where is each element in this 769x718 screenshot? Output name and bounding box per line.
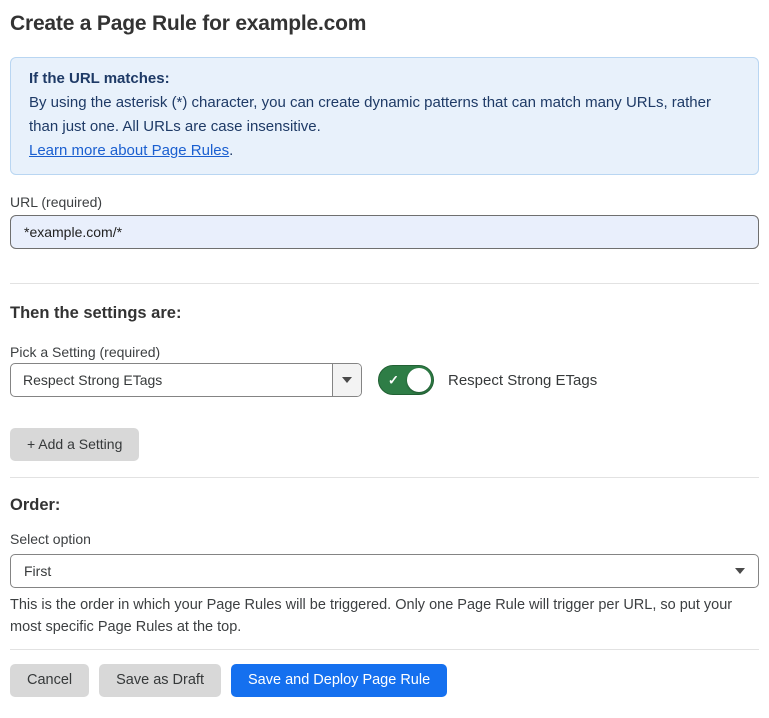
info-box-heading: If the URL matches: bbox=[29, 67, 740, 91]
setting-select[interactable]: Respect Strong ETags bbox=[10, 363, 362, 397]
check-icon: ✓ bbox=[388, 374, 399, 387]
setting-row: Respect Strong ETags ✓ Respect Strong ET… bbox=[10, 363, 759, 397]
setting-select-chevron-button[interactable] bbox=[332, 364, 361, 396]
divider bbox=[10, 477, 759, 478]
toggle-knob bbox=[407, 368, 431, 392]
order-select-value: First bbox=[24, 563, 735, 579]
page-title: Create a Page Rule for example.com bbox=[10, 12, 759, 36]
chevron-down-icon bbox=[735, 568, 745, 574]
order-section-heading: Order: bbox=[10, 496, 759, 515]
save-and-deploy-button[interactable]: Save and Deploy Page Rule bbox=[231, 664, 447, 697]
url-input[interactable] bbox=[10, 215, 759, 249]
create-page-rule-page: Create a Page Rule for example.com If th… bbox=[0, 0, 769, 718]
footer-actions: Cancel Save as Draft Save and Deploy Pag… bbox=[10, 664, 759, 697]
url-matches-info-box: If the URL matches: By using the asteris… bbox=[10, 57, 759, 175]
link-period: . bbox=[229, 142, 233, 159]
divider bbox=[10, 649, 759, 650]
order-help-text: This is the order in which your Page Rul… bbox=[10, 594, 755, 638]
divider bbox=[10, 283, 759, 284]
save-as-draft-button[interactable]: Save as Draft bbox=[99, 664, 221, 697]
info-box-body: By using the asterisk (*) character, you… bbox=[29, 91, 740, 139]
order-select[interactable]: First bbox=[10, 554, 759, 588]
chevron-down-icon bbox=[342, 377, 352, 383]
settings-section-heading: Then the settings are: bbox=[10, 304, 759, 323]
setting-select-value: Respect Strong ETags bbox=[11, 372, 332, 388]
add-setting-button[interactable]: + Add a Setting bbox=[10, 428, 139, 461]
learn-more-link[interactable]: Learn more about Page Rules bbox=[29, 142, 229, 159]
url-field-label: URL (required) bbox=[10, 194, 759, 210]
etags-toggle[interactable]: ✓ bbox=[378, 365, 434, 395]
pick-setting-label: Pick a Setting (required) bbox=[10, 344, 759, 360]
cancel-button[interactable]: Cancel bbox=[10, 664, 89, 697]
toggle-label: Respect Strong ETags bbox=[448, 372, 597, 389]
order-select-label: Select option bbox=[10, 531, 759, 547]
